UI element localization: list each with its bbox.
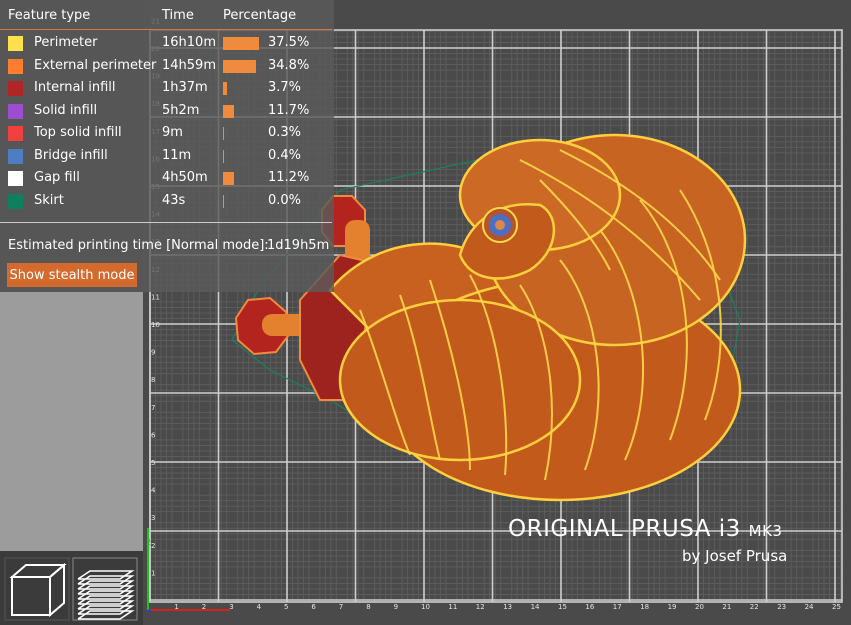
y-tick-label: 5 [151, 459, 155, 467]
x-tick-label: 10 [421, 603, 430, 611]
z-axis-label: 2 [146, 538, 151, 547]
x-tick-label: 25 [832, 603, 841, 611]
feature-percentage: 0.0% [268, 192, 302, 208]
x-tick-label: 20 [695, 603, 704, 611]
y-tick-label: 6 [151, 431, 156, 439]
layers-view-icon[interactable] [72, 557, 138, 621]
x-tick-label: 4 [257, 603, 262, 611]
brand-subtitle: by Josef Prusa [682, 547, 788, 565]
legend-swatch [8, 193, 23, 209]
x-tick-label: 12 [476, 603, 485, 611]
header-divider [0, 29, 332, 30]
3d-view-icon[interactable] [4, 557, 70, 621]
x-tick-label: 19 [668, 603, 677, 611]
legend-row: Solid infill 5h2m 11.7% [0, 101, 334, 123]
y-tick-label: 4 [151, 487, 156, 495]
x-tick-label: 7 [339, 603, 343, 611]
y-tick-label: 1 [151, 569, 155, 577]
legend-divider [0, 222, 332, 223]
feature-percentage-bar [223, 82, 227, 95]
x-tick-label: 24 [805, 603, 814, 611]
feature-name: Skirt [34, 192, 64, 208]
x-tick-label: 9 [394, 603, 398, 611]
feature-percentage: 34.8% [268, 57, 310, 73]
y-tick-label: 7 [151, 404, 155, 412]
legend-row: Bridge infill 11m 0.4% [0, 146, 334, 168]
legend-row: Gap fill 4h50m 11.2% [0, 168, 334, 190]
feature-percentage-bar [223, 104, 235, 118]
legend-row: External perimeter 14h59m 34.8% [0, 56, 334, 78]
header-feature-type: Feature type [8, 8, 91, 23]
legend-swatch [8, 58, 23, 74]
x-tick-label: 11 [448, 603, 457, 611]
legend-swatch [8, 81, 23, 96]
legend-row: Skirt 43s 0.0% [0, 191, 334, 213]
feature-time: 1h37m [162, 80, 208, 95]
feature-percentage-bar [223, 37, 259, 50]
feature-time: 14h59m [162, 57, 216, 73]
feature-name: Internal infill [34, 80, 116, 95]
y-tick-label: 2 [151, 542, 155, 550]
feature-percentage: 0.4% [268, 147, 302, 163]
header-time: Time [162, 8, 194, 23]
feature-percentage-bar [223, 194, 224, 208]
y-tick-label: 10 [151, 321, 160, 329]
feature-percentage: 0.3% [268, 125, 302, 140]
x-tick-label: 21 [722, 603, 731, 611]
legend-panel: Feature type Time Percentage Perimeter 16… [0, 0, 334, 292]
show-stealth-mode-button[interactable]: Show stealth mode [7, 263, 137, 287]
feature-time: 5h2m [162, 102, 200, 118]
feature-percentage-bar [223, 149, 224, 163]
legend-swatch [8, 126, 23, 141]
legend-header: Feature type Time Percentage [0, 0, 334, 30]
feature-name: Solid infill [34, 102, 98, 118]
x-tick-label: 23 [777, 603, 786, 611]
feature-percentage-bar [223, 59, 257, 73]
feature-time: 9m [162, 125, 183, 140]
feature-percentage-bar [223, 127, 224, 140]
feature-time: 43s [162, 192, 186, 208]
feature-name: Gap fill [34, 170, 80, 185]
x-tick-label: 13 [503, 603, 512, 611]
feature-percentage: 11.7% [268, 102, 310, 118]
estimated-time-label: Estimated printing time [Normal mode]: [8, 238, 269, 253]
feature-percentage: 3.7% [268, 80, 302, 95]
legend-row: Internal infill 1h37m 3.7% [0, 78, 334, 100]
feature-name: Top solid infill [34, 125, 122, 140]
feature-name: Perimeter [34, 35, 98, 50]
feature-percentage: 11.2% [268, 170, 310, 185]
y-tick-label: 11 [151, 293, 160, 301]
estimated-time-value: 1d19h5m [267, 238, 330, 253]
y-tick-label: 8 [151, 376, 155, 384]
x-tick-label: 17 [613, 603, 622, 611]
x-tick-label: 14 [531, 603, 540, 611]
x-tick-label: 6 [311, 603, 316, 611]
legend-row: Perimeter 16h10m 37.5% [0, 33, 334, 55]
x-tick-label: 22 [750, 603, 759, 611]
legend-row: Top solid infill 9m 0.3% [0, 123, 334, 145]
legend-swatch [8, 103, 23, 119]
legend-swatch [8, 171, 23, 186]
feature-percentage-bar [223, 172, 234, 185]
header-percentage: Percentage [223, 8, 297, 23]
legend-swatch [8, 148, 23, 164]
brand-title: ORIGINAL PRUSA i3 MK3 [508, 516, 783, 542]
printer-brand: ORIGINAL PRUSA i3 MK3 [508, 516, 782, 542]
y-tick-label: 3 [151, 514, 155, 522]
feature-name: External perimeter [34, 57, 157, 73]
x-tick-label: 16 [585, 603, 594, 611]
x-tick-label: 8 [366, 603, 370, 611]
feature-name: Bridge infill [34, 147, 108, 163]
feature-time: 11m [162, 147, 192, 163]
view-mode-buttons [0, 551, 143, 625]
x-tick-label: 15 [558, 603, 567, 611]
y-tick-label: 9 [151, 349, 155, 357]
feature-time: 4h50m [162, 170, 208, 185]
x-tick-label: 5 [284, 603, 288, 611]
legend-swatch [8, 36, 23, 51]
x-tick-label: 18 [640, 603, 649, 611]
feature-percentage: 37.5% [268, 35, 310, 50]
feature-time: 16h10m [162, 35, 216, 50]
model-eye-center [495, 220, 505, 230]
